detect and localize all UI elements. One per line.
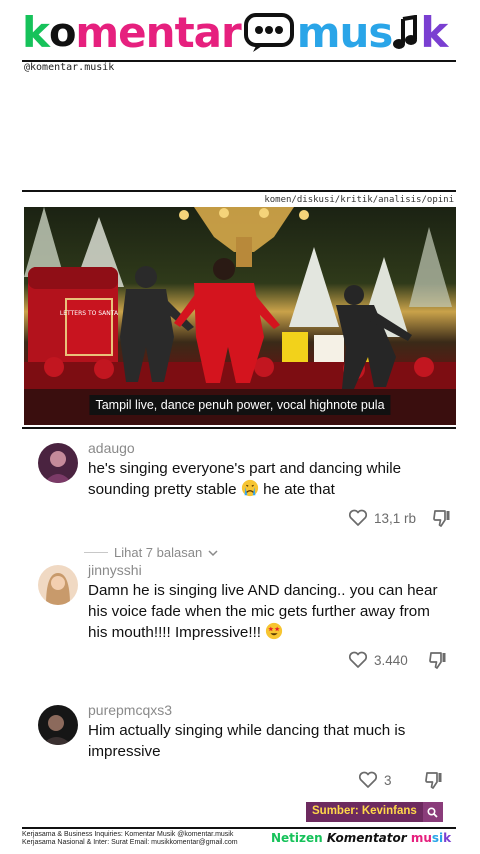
avatar-image bbox=[38, 705, 78, 745]
thumbs-down-icon[interactable] bbox=[424, 770, 444, 790]
like-count: 3.440 bbox=[374, 652, 408, 668]
chat-bubble-icon bbox=[243, 13, 294, 52]
video-bottom-divider bbox=[22, 427, 456, 429]
video-caption: Tampil live, dance penuh power, vocal hi… bbox=[89, 395, 391, 415]
logo-word-mus: mus bbox=[296, 8, 394, 57]
footer-logo-mu: mu bbox=[410, 831, 432, 845]
comment-text: Him actually singing while dancing that … bbox=[88, 722, 406, 760]
footer-logo-k: k bbox=[443, 831, 452, 845]
chevron-down-icon bbox=[208, 549, 218, 556]
logo-word-mentar: mentar bbox=[75, 8, 241, 57]
footer-logo-komentator: Komentator bbox=[326, 831, 411, 845]
like-count: 13,1 rb bbox=[374, 510, 417, 526]
footer-divider bbox=[22, 827, 456, 829]
comment-item: adaugo he's singing everyone's part and … bbox=[38, 440, 458, 540]
footer-logo-si: si bbox=[431, 831, 444, 845]
comment-item: purepmcqxs3 Him actually singing while d… bbox=[38, 702, 458, 794]
star-struck-face-icon bbox=[266, 622, 283, 640]
header-divider bbox=[22, 60, 456, 62]
footer-line-email: Kerjasama Nasional & Inter: Surat Email:… bbox=[22, 839, 238, 846]
music-note-icon bbox=[393, 15, 418, 49]
category-tags: komen/diskusi/kritik/analisis/opini bbox=[264, 195, 454, 205]
brand-logo: k o mentar mus k bbox=[22, 8, 448, 58]
avatar[interactable] bbox=[38, 565, 78, 605]
comment-item: jinnysshi Damn he is singing live AND da… bbox=[38, 562, 458, 672]
logo-letter-k: k bbox=[22, 8, 50, 57]
footer-contact: Kerjasama & Business Inquiries: Komentar… bbox=[22, 831, 238, 847]
comment-text-main: Damn he is singing live AND dancing.. yo… bbox=[88, 582, 438, 641]
view-replies-link[interactable]: Lihat 7 balasan bbox=[84, 545, 218, 560]
source-badge: Sumber: Kevinfans bbox=[306, 802, 443, 822]
comment-actions: 3 bbox=[358, 770, 444, 790]
footer-line-business: Kerjasama & Business Inquiries: Komentar… bbox=[22, 831, 234, 838]
comment-username[interactable]: jinnysshi bbox=[88, 562, 142, 578]
comment-actions: 3.440 bbox=[348, 650, 448, 670]
logo-letter-o: o bbox=[48, 10, 77, 56]
source-label: Sumber: Kevinfans bbox=[306, 802, 423, 822]
thumbs-down-icon[interactable] bbox=[432, 508, 452, 528]
replies-divider bbox=[84, 552, 108, 553]
stage-scene-image: LETTERS TO SANTA bbox=[24, 207, 456, 425]
view-replies-label: Lihat 7 balasan bbox=[114, 545, 203, 560]
heart-icon[interactable] bbox=[358, 771, 378, 789]
heart-icon[interactable] bbox=[348, 651, 368, 669]
comment-text: he's singing everyone's part and dancing… bbox=[88, 458, 448, 500]
avatar-image bbox=[38, 443, 78, 483]
source-search-button[interactable] bbox=[422, 802, 443, 822]
logo-letter-k-end: k bbox=[420, 8, 448, 57]
crying-face-icon bbox=[241, 479, 258, 497]
thumbs-down-icon[interactable] bbox=[428, 650, 448, 670]
footer-logo-netizen: Netizen bbox=[271, 831, 327, 845]
mailbox-sign: LETTERS TO SANTA bbox=[60, 310, 119, 317]
comment-text-tail: he ate that bbox=[263, 481, 335, 498]
comment-username[interactable]: adaugo bbox=[88, 440, 135, 456]
avatar[interactable] bbox=[38, 443, 78, 483]
account-handle: @komentar.musik bbox=[24, 62, 115, 73]
comment-text: Damn he is singing live AND dancing.. yo… bbox=[88, 580, 448, 643]
comment-username[interactable]: purepmcqxs3 bbox=[88, 702, 172, 718]
comment-actions: 13,1 rb bbox=[348, 508, 452, 528]
search-icon bbox=[427, 806, 438, 818]
avatar-image bbox=[38, 565, 78, 605]
video-frame[interactable]: LETTERS TO SANTA Tampil live, dance penu bbox=[24, 207, 456, 425]
avatar[interactable] bbox=[38, 705, 78, 745]
like-count: 3 bbox=[384, 772, 392, 788]
heart-icon[interactable] bbox=[348, 509, 368, 527]
content-top-divider bbox=[22, 190, 456, 192]
footer-logo: Netizen Komentator musik bbox=[271, 831, 451, 845]
